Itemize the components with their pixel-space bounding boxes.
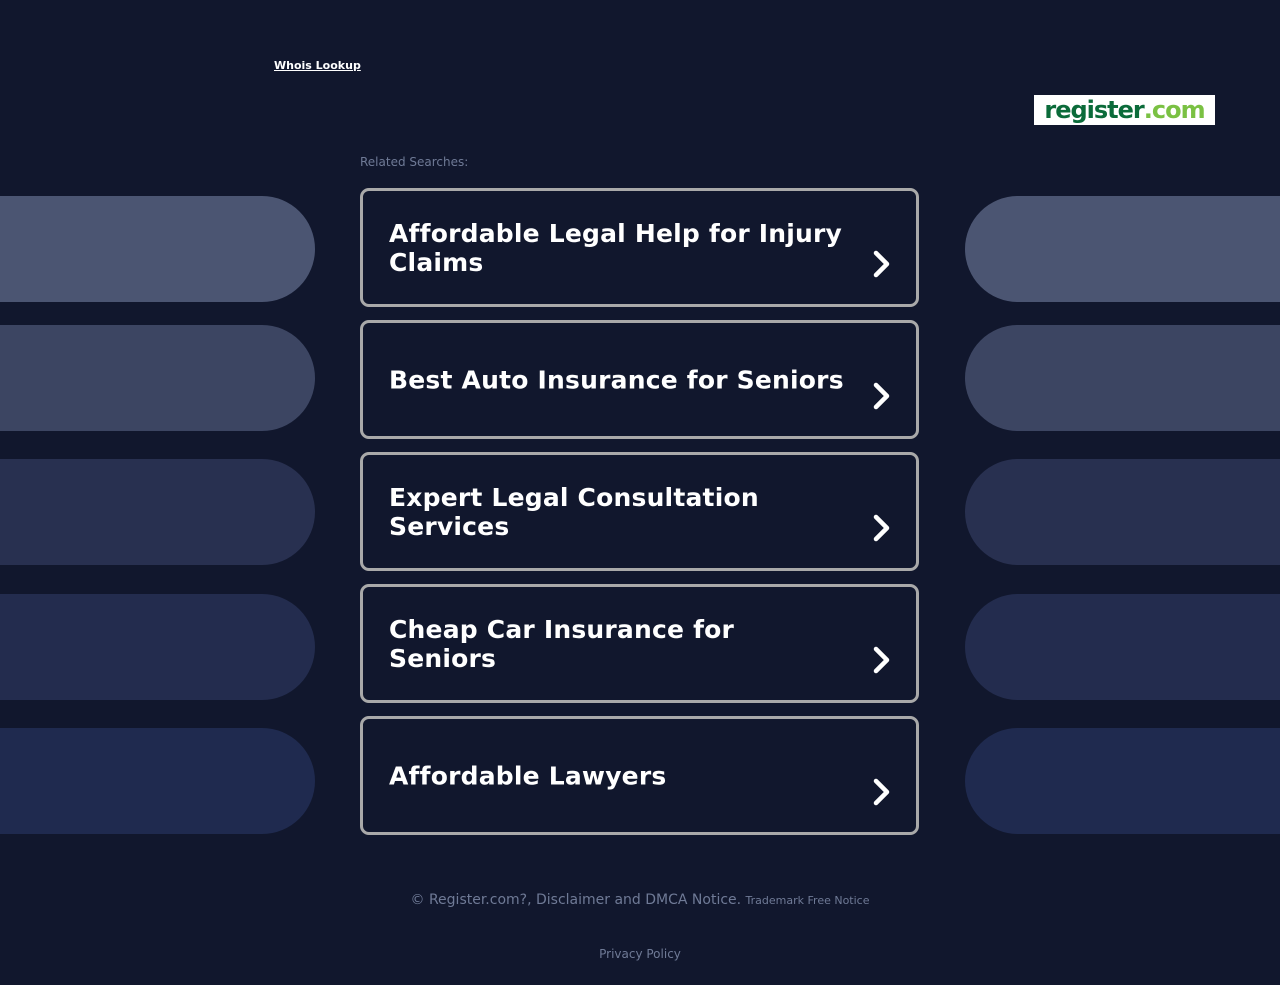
chevron-right-icon [873, 514, 890, 542]
logo-text-register: register [1044, 96, 1144, 124]
copyright-disclaimer-link[interactable]: © Register.com?, Disclaimer and DMCA Not… [411, 892, 742, 908]
footer-notice: © Register.com?, Disclaimer and DMCA Not… [0, 892, 1280, 908]
related-search-title: Cheap Car Insurance for Seniors [389, 614, 735, 673]
logo-text-com: .com [1143, 96, 1206, 124]
related-searches-label: Related Searches: [360, 155, 469, 169]
related-search-link-3[interactable]: Expert Legal Consultation Services [360, 452, 919, 571]
trademark-free-notice-link[interactable]: Trademark Free Notice [746, 894, 870, 907]
related-search-link-1[interactable]: Affordable Legal Help for Injury Claims [360, 188, 919, 307]
decorative-pill-right-5 [965, 728, 1280, 834]
related-search-link-5[interactable]: Affordable Lawyers [360, 716, 919, 835]
decorative-pill-left-4 [0, 594, 315, 700]
chevron-right-icon [873, 382, 890, 410]
chevron-right-icon [873, 646, 890, 674]
related-search-title: Expert Legal Consultation Services [389, 482, 759, 541]
privacy-policy-link[interactable]: Privacy Policy [0, 947, 1280, 961]
decorative-pill-right-1 [965, 196, 1280, 302]
page: Whois Lookup register .com Related Search… [0, 0, 1280, 985]
decorative-pill-left-1 [0, 196, 315, 302]
related-search-title: Affordable Lawyers [389, 761, 667, 790]
decorative-pill-left-2 [0, 325, 315, 431]
register-com-logo[interactable]: register .com [1034, 95, 1215, 125]
decorative-pill-right-4 [965, 594, 1280, 700]
related-search-title: Best Auto Insurance for Seniors [389, 365, 844, 394]
chevron-right-icon [873, 250, 890, 278]
chevron-right-icon [873, 778, 890, 806]
related-search-link-2[interactable]: Best Auto Insurance for Seniors [360, 320, 919, 439]
decorative-pill-right-2 [965, 325, 1280, 431]
related-search-title: Affordable Legal Help for Injury Claims [389, 218, 843, 277]
whois-lookup-link[interactable]: Whois Lookup [274, 59, 361, 72]
related-search-link-4[interactable]: Cheap Car Insurance for Seniors [360, 584, 919, 703]
decorative-pill-left-3 [0, 459, 315, 565]
decorative-pill-right-3 [965, 459, 1280, 565]
decorative-pill-left-5 [0, 728, 315, 834]
